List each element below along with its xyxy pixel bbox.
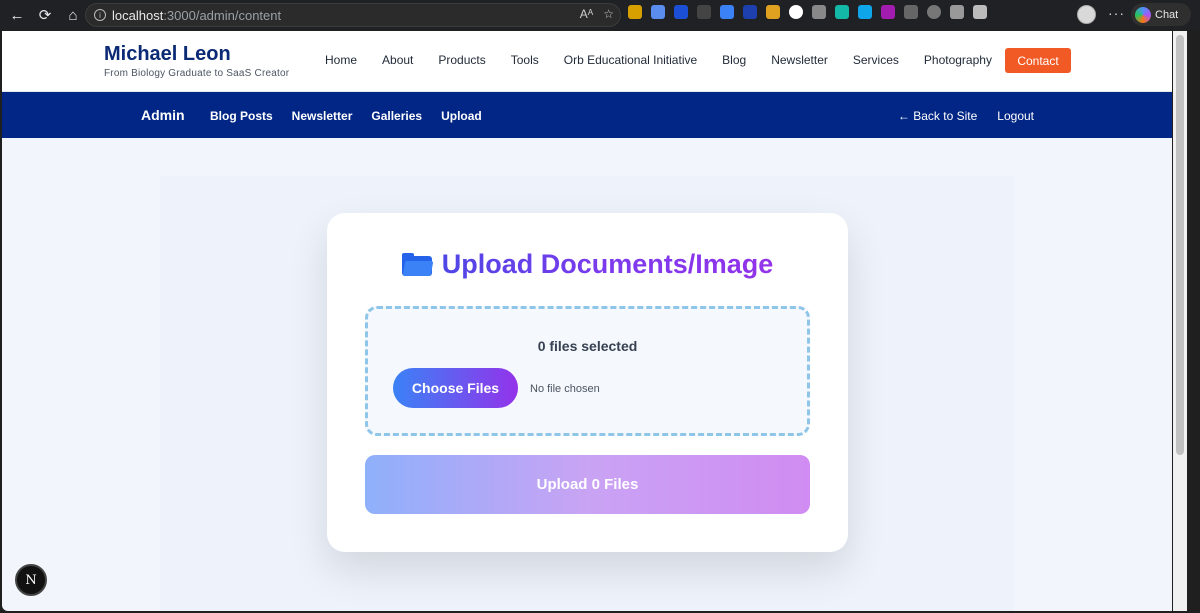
extension-icon[interactable]: [720, 5, 734, 19]
copilot-chat-button[interactable]: Chat: [1131, 3, 1191, 26]
extension-icon[interactable]: [766, 5, 780, 19]
nav-services[interactable]: Services: [853, 53, 899, 67]
nextjs-dev-badge[interactable]: N: [15, 564, 47, 596]
upload-card: Upload Documents/Image 0 files selected …: [327, 213, 848, 552]
browser-toolbar: ← ⟳ ⌂ i localhost:3000/admin/content Aᴬ …: [0, 0, 1200, 30]
profile-avatar[interactable]: [1077, 5, 1096, 24]
extension-icon[interactable]: [674, 5, 688, 19]
nav-tools[interactable]: Tools: [511, 53, 539, 67]
page-viewport: Michael Leon From Biology Graduate to Sa…: [2, 31, 1172, 611]
main-nav: Home About Products Tools Orb Educationa…: [325, 53, 1017, 67]
favorite-star-icon[interactable]: ☆: [603, 7, 614, 21]
admin-nav-galleries[interactable]: Galleries: [371, 109, 422, 123]
home-icon[interactable]: ⌂: [62, 4, 84, 26]
back-to-site-link[interactable]: ← Back to Site: [898, 109, 977, 123]
choose-files-button[interactable]: Choose Files: [393, 368, 518, 408]
file-dropzone[interactable]: 0 files selected Choose Files No file ch…: [365, 306, 810, 436]
mail-icon[interactable]: [904, 5, 918, 19]
extension-icon[interactable]: [743, 5, 757, 19]
upload-files-button[interactable]: Upload 0 Files: [365, 455, 810, 514]
admin-nav-newsletter[interactable]: Newsletter: [292, 109, 353, 123]
brand-name[interactable]: Michael Leon: [104, 43, 231, 66]
nav-about[interactable]: About: [382, 53, 413, 67]
extension-icon[interactable]: [858, 5, 872, 19]
nav-newsletter[interactable]: Newsletter: [771, 53, 828, 67]
logout-link[interactable]: Logout: [997, 109, 1034, 123]
admin-nav: Blog Posts Newsletter Galleries Upload: [210, 109, 501, 123]
extension-icon[interactable]: [835, 5, 849, 19]
brand-tagline: From Biology Graduate to SaaS Creator: [104, 68, 290, 79]
admin-title[interactable]: Admin: [141, 107, 185, 123]
extension-icon[interactable]: [812, 5, 826, 19]
folder-icon: [401, 253, 434, 276]
no-file-chosen-label: No file chosen: [530, 383, 600, 395]
extension-icon[interactable]: [651, 5, 665, 19]
reload-icon[interactable]: ⟳: [34, 4, 56, 26]
nav-blog[interactable]: Blog: [722, 53, 746, 67]
admin-bar: Admin Blog Posts Newsletter Galleries Up…: [2, 92, 1172, 138]
chat-label: Chat: [1155, 8, 1179, 21]
extension-icon[interactable]: [927, 5, 941, 19]
address-bar[interactable]: i localhost:3000/admin/content Aᴬ ☆: [85, 3, 621, 27]
upload-title-text: Upload Documents/Image: [441, 249, 774, 279]
extension-icon[interactable]: [628, 5, 642, 19]
nav-orb-educational-initiative[interactable]: Orb Educational Initiative: [564, 53, 697, 67]
nav-photography[interactable]: Photography: [924, 53, 992, 67]
scroll-thumb[interactable]: [1176, 35, 1184, 455]
admin-nav-blog-posts[interactable]: Blog Posts: [210, 109, 273, 123]
back-arrow-icon[interactable]: ←: [6, 4, 28, 26]
copilot-icon: [1135, 6, 1151, 23]
admin-nav-upload[interactable]: Upload: [441, 109, 482, 123]
page-scrollbar[interactable]: [1173, 31, 1187, 611]
extensions-row: [628, 5, 987, 19]
puzzle-icon[interactable]: [950, 5, 964, 19]
extension-icon[interactable]: [789, 5, 803, 19]
extension-icon[interactable]: [881, 5, 895, 19]
site-info-icon[interactable]: i: [94, 9, 106, 21]
site-header: Michael Leon From Biology Graduate to Sa…: [2, 31, 1172, 92]
more-menu-icon[interactable]: ···: [1108, 5, 1125, 21]
url-text: localhost:3000/admin/content: [112, 7, 282, 23]
nav-home[interactable]: Home: [325, 53, 357, 67]
nav-products[interactable]: Products: [438, 53, 485, 67]
extension-icon[interactable]: [697, 5, 711, 19]
upload-title: Upload Documents/Image: [327, 249, 848, 280]
window-edge: [1188, 31, 1200, 613]
read-aloud-icon[interactable]: Aᴬ: [580, 7, 593, 21]
files-selected-count: 0 files selected: [537, 338, 638, 354]
favorites-icon[interactable]: [973, 5, 987, 19]
contact-button[interactable]: Contact: [1005, 48, 1071, 73]
